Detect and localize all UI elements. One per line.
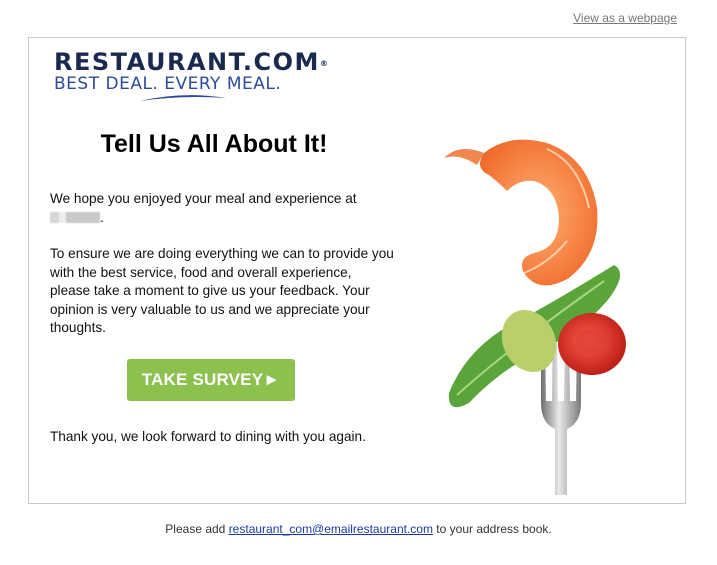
take-survey-button[interactable]: TAKE SURVEY► [127,359,295,401]
logo-swoosh [140,95,226,101]
headline: Tell Us All About It! [100,130,328,158]
footer-prefix: Please add [165,522,226,536]
feedback-paragraph: To ensure we are doing everything we can… [50,246,394,335]
thanks-text: Thank you, we look forward to dining wit… [50,429,366,444]
footer: Please add restaurant_com@emailrestauran… [0,522,717,536]
fork-food-image [444,139,626,495]
registered-mark: ® [319,59,328,68]
footer-suffix: to your address book. [436,522,552,536]
logo-brand: RESTAURANT.COM® [54,48,328,76]
restaurant-logo[interactable]: RESTAURANT.COM® BEST DEAL. EVERY MEAL. [54,48,328,101]
view-as-webpage-link[interactable]: View as a webpage [573,11,677,25]
message-body: We hope you enjoyed your meal and experi… [50,190,395,338]
redacted-restaurant-name [50,211,100,223]
email-card: RESTAURANT.COM® BEST DEAL. EVERY MEAL. T… [28,37,686,504]
logo-tagline: BEST DEAL. EVERY MEAL. [54,74,282,94]
intro-paragraph: We hope you enjoyed your meal and experi… [50,191,357,225]
email-link[interactable]: restaurant_com@emailrestaurant.com [229,522,433,536]
